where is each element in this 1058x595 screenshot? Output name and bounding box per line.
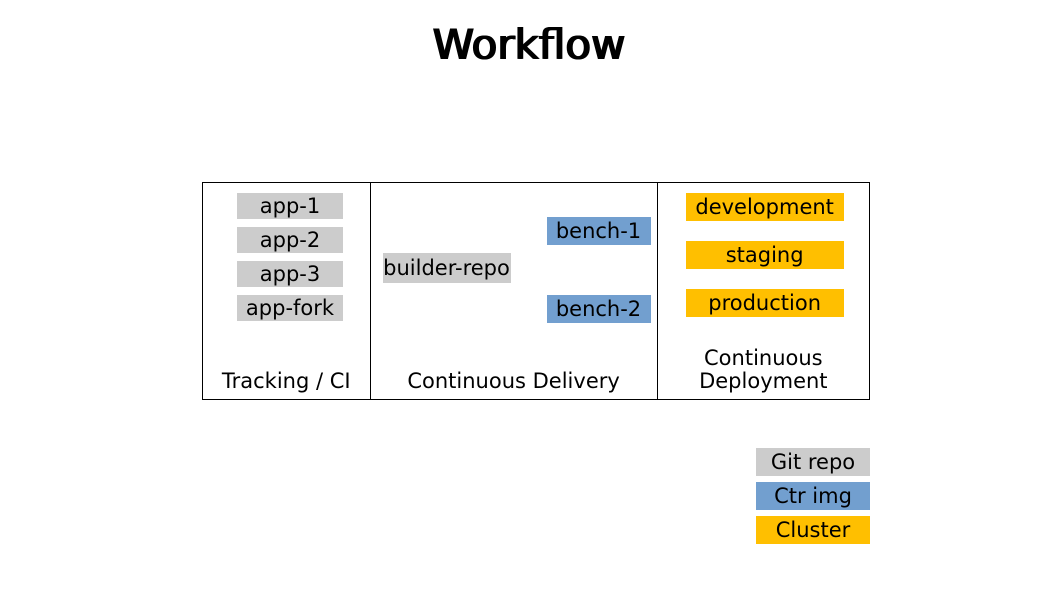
column-continuous-delivery: builder-repo bench-1 bench-2 Continuous …	[371, 183, 658, 399]
column-tracking-ci: app-1 app-2 app-3 app-fork Tracking / CI	[203, 183, 371, 399]
workflow-grid: app-1 app-2 app-3 app-fork Tracking / CI…	[202, 182, 870, 400]
image-bench-2: bench-2	[547, 295, 651, 323]
repo-app-2: app-2	[237, 227, 343, 253]
legend-ctr-img: Ctr img	[756, 482, 870, 510]
repo-app-3: app-3	[237, 261, 343, 287]
column-label-deployment: Continuous Deployment	[658, 347, 869, 393]
cluster-development: development	[686, 193, 844, 221]
column-label-delivery: Continuous Delivery	[371, 369, 657, 393]
slide-title: Workflow	[0, 20, 1058, 69]
column-label-deployment-line1: Continuous	[704, 346, 823, 370]
cluster-staging: staging	[686, 241, 844, 269]
legend: Git repo Ctr img Cluster	[756, 448, 870, 544]
legend-git-repo: Git repo	[756, 448, 870, 476]
builder-repo: builder-repo	[383, 253, 511, 283]
column-continuous-deployment: development staging production Continuou…	[658, 183, 869, 399]
column-label-tracking: Tracking / CI	[203, 369, 370, 393]
legend-cluster: Cluster	[756, 516, 870, 544]
repo-app-1: app-1	[237, 193, 343, 219]
repo-app-fork: app-fork	[237, 295, 343, 321]
column-label-deployment-line2: Deployment	[699, 369, 827, 393]
image-bench-1: bench-1	[547, 217, 651, 245]
cluster-production: production	[686, 289, 844, 317]
